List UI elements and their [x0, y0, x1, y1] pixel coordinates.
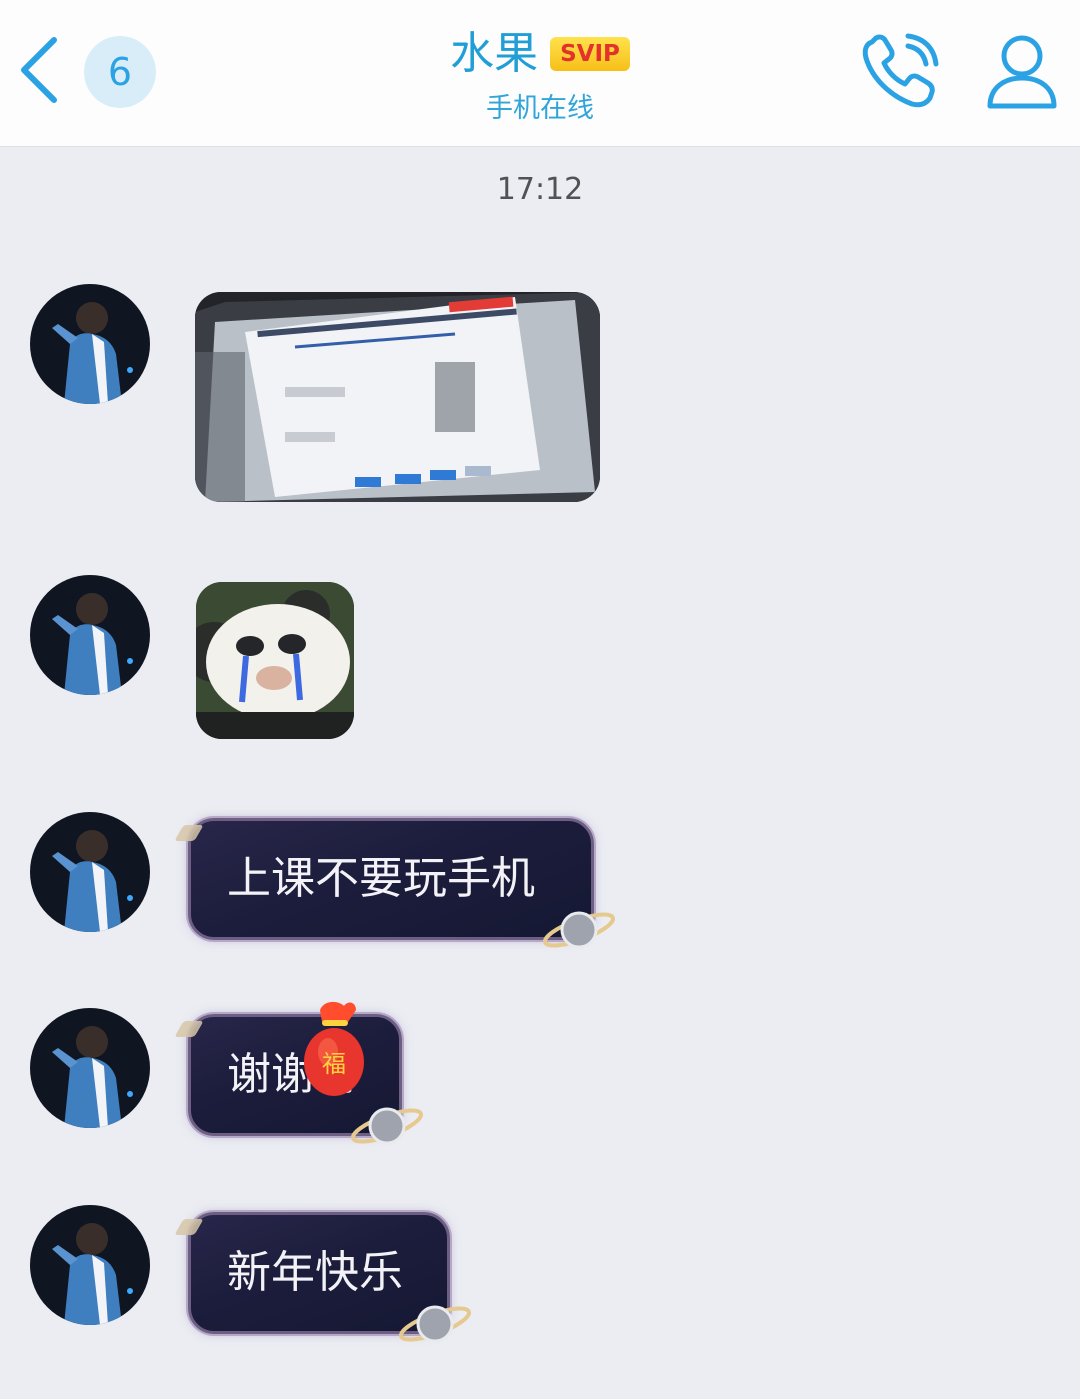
svip-badge: SVIP — [550, 37, 630, 71]
message-bubble[interactable]: 上课不要玩手机 — [188, 818, 594, 940]
back-button[interactable] — [14, 34, 66, 106]
profile-button[interactable] — [982, 32, 1062, 112]
call-button[interactable] — [858, 32, 942, 112]
unread-count-badge[interactable]: 6 — [84, 36, 156, 108]
contact-name: 水果 — [450, 28, 539, 79]
chat-header: 6 水果 SVIP 手机在线 — [0, 0, 1080, 147]
message-timestamp: 17:12 — [496, 172, 584, 207]
contact-avatar[interactable] — [30, 284, 150, 404]
svg-text:福: 福 — [322, 1050, 346, 1078]
contact-avatar[interactable] — [30, 1205, 150, 1325]
person-icon — [987, 35, 1057, 109]
message-text: 新年快乐 — [227, 1247, 403, 1298]
planet-icon — [350, 1107, 424, 1145]
contact-avatar[interactable] — [30, 812, 150, 932]
chevron-left-icon — [21, 37, 57, 103]
fu-lucky-bag-icon: 福 — [304, 1001, 364, 1096]
contact-avatar[interactable] — [30, 575, 150, 695]
contact-avatar[interactable] — [30, 1008, 150, 1128]
chat-title[interactable]: 水果 SVIP 手机在线 — [340, 26, 740, 125]
phone-icon — [862, 33, 939, 108]
online-status: 手机在线 — [486, 93, 594, 124]
sticker-message[interactable] — [196, 582, 354, 739]
planet-icon — [542, 911, 616, 949]
photo-of-screen — [195, 292, 600, 502]
planet-icon — [398, 1305, 472, 1343]
message-text: 上课不要玩手机 — [227, 853, 535, 904]
crying-panda-sticker — [196, 582, 354, 739]
image-message[interactable] — [195, 292, 600, 502]
